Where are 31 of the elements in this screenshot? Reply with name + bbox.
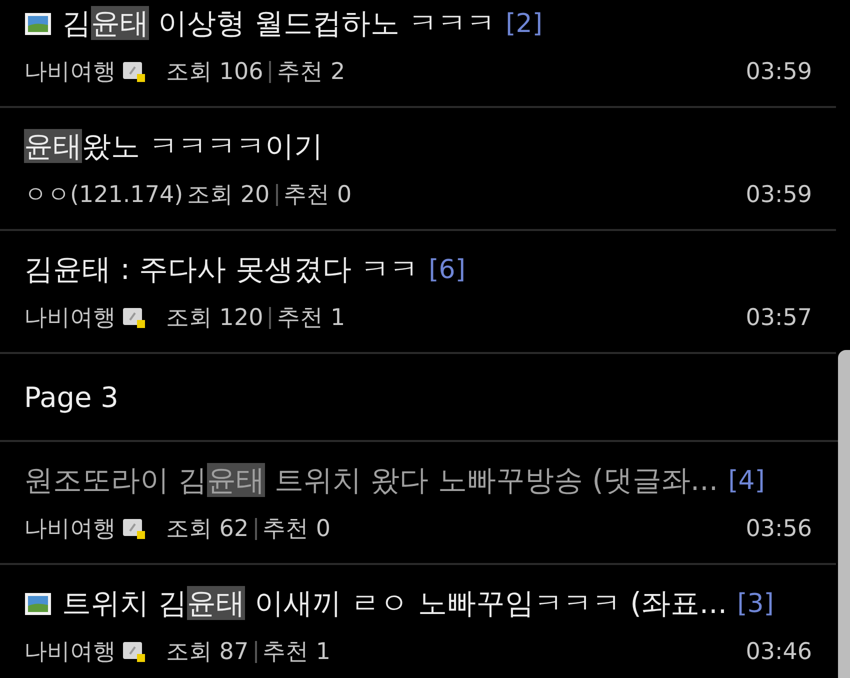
post-time: 03:59 <box>746 182 812 208</box>
post-title[interactable]: 김윤태 : 주다사 못생겼다 ㅋㅋ <box>24 250 419 290</box>
view-count: 조회 120 <box>166 304 264 333</box>
author-name: 나비여행 <box>24 638 116 667</box>
author-name: 나비여행 <box>24 515 116 544</box>
scrollbar[interactable] <box>838 350 850 678</box>
post-title[interactable]: 김 윤태 이상형 월드컵하노 ㅋㅋㅋ <box>62 4 496 44</box>
post-time: 03:59 <box>746 58 812 84</box>
comment-count: [6] <box>428 255 466 285</box>
recommend-count: 추천 2 <box>277 58 346 87</box>
author-name: 나비여행 <box>24 58 116 87</box>
author-name: ㅇㅇ(121.174) <box>24 181 184 210</box>
comment-count: [4] <box>728 466 765 496</box>
post-title[interactable]: 원조또라이 김 윤태 트위치 왔다 노빠꾸방송 (댓글좌... <box>24 461 718 501</box>
recommend-count: 추천 0 <box>262 515 331 544</box>
view-count: 조회 106 <box>166 58 264 87</box>
view-count: 조회 20 <box>187 181 270 210</box>
comment-count: [3] <box>737 589 774 619</box>
recommend-count: 추천 1 <box>277 304 346 333</box>
view-count: 조회 62 <box>166 515 249 544</box>
author-name: 나비여행 <box>24 304 116 333</box>
post-time: 03:56 <box>746 516 812 542</box>
post-time: 03:57 <box>746 304 812 330</box>
view-count: 조회 87 <box>166 638 249 667</box>
page-label: Page 3 <box>24 380 118 414</box>
post-title[interactable]: 트위치 김 윤태 이새끼 ㄹㅇ 노빠꾸임ㅋㅋㅋ (좌표... <box>62 584 728 624</box>
post-title[interactable]: 윤태왔노 ㅋㅋㅋㅋ이기 <box>24 127 324 167</box>
recommend-count: 추천 0 <box>284 181 352 210</box>
recommend-count: 추천 1 <box>262 638 331 667</box>
post-time: 03:46 <box>746 638 812 664</box>
comment-count: [2] <box>506 9 542 39</box>
